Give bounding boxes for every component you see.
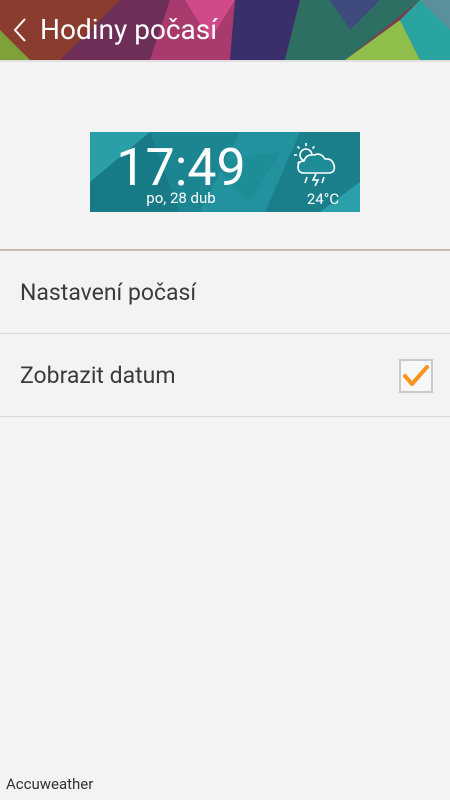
- weather-settings-label: Nastavení počasí: [20, 279, 197, 306]
- action-bar-shadow: [0, 60, 450, 62]
- widget-temperature: 24°C: [306, 190, 340, 208]
- show-date-label: Zobrazit datum: [20, 362, 176, 389]
- back-button[interactable]: [0, 0, 40, 60]
- weather-clock-widget-preview: 17:49 po, 28 dub 24°C: [90, 132, 360, 212]
- sun-cloud-thunder-icon: [294, 143, 336, 187]
- list-item-show-date[interactable]: Zobrazit datum: [0, 335, 450, 417]
- footer-provider: Accuweather: [6, 775, 94, 793]
- section-divider: [0, 249, 450, 251]
- chevron-left-icon: [13, 18, 26, 42]
- page-title: Hodiny počasí: [40, 13, 218, 46]
- action-bar: Hodiny počasí: [0, 0, 450, 60]
- widget-date: po, 28 dub: [146, 189, 216, 207]
- checkmark-icon: [403, 365, 429, 386]
- list-item-weather-settings[interactable]: Nastavení počasí: [0, 252, 450, 334]
- show-date-checkbox[interactable]: [399, 359, 433, 393]
